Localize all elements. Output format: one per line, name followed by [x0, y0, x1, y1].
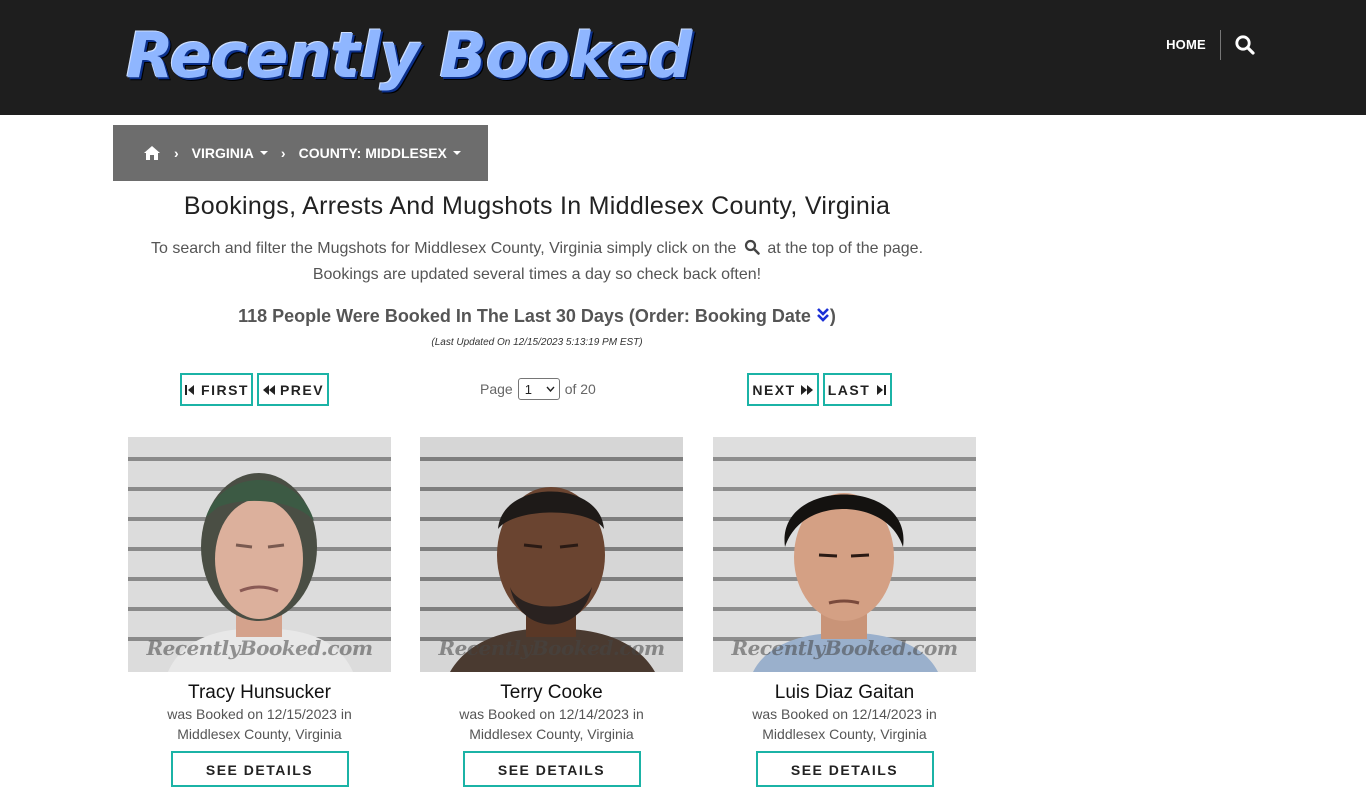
watermark: RecentlyBooked.com: [438, 636, 665, 660]
booking-date: was Booked on 12/15/2023 in: [167, 706, 352, 722]
booking-location: Middlesex County, Virginia: [762, 726, 927, 742]
mugshot-image[interactable]: RecentlyBooked.com: [128, 437, 391, 672]
see-details-button[interactable]: SEE DETAILS: [755, 751, 934, 787]
watermark: RecentlyBooked.com: [731, 636, 958, 660]
last-page-label: LAST: [827, 381, 871, 398]
breadcrumb-state[interactable]: VIRGINIA: [192, 145, 268, 161]
first-page-button[interactable]: FIRST: [180, 373, 253, 406]
first-page-label: FIRST: [201, 381, 249, 398]
booking-date: was Booked on 12/14/2023 in: [752, 706, 937, 722]
breadcrumb-county[interactable]: COUNTY: MIDDLESEX: [299, 145, 461, 161]
person-name[interactable]: Tracy Hunsucker: [128, 682, 391, 704]
site-header: Recently Booked HOME: [0, 0, 1366, 115]
page-select-value: 1: [524, 381, 532, 397]
skip-first-icon: [185, 384, 195, 395]
next-page-button[interactable]: NEXT: [747, 373, 819, 406]
page-label: Page: [480, 381, 513, 397]
last-updated: (Last Updated On 12/15/2023 5:13:19 PM E…: [431, 337, 643, 348]
page-select[interactable]: 1: [517, 378, 560, 400]
nav-divider: [1220, 30, 1221, 60]
mugshot-image[interactable]: RecentlyBooked.com: [420, 437, 683, 672]
intro-text-part2: at the top of the page.: [767, 240, 924, 257]
caret-down-icon: [452, 151, 461, 155]
skip-last-icon: [877, 384, 887, 395]
breadcrumb: › VIRGINIA › COUNTY: MIDDLESEX: [113, 125, 488, 181]
forward-icon: [800, 384, 813, 395]
booking-card: RecentlyBooked.com Tracy Hunsucker was B…: [128, 437, 391, 787]
person-name[interactable]: Luis Diaz Gaitan: [713, 682, 976, 704]
caret-down-icon: [259, 151, 268, 155]
booking-card: RecentlyBooked.com Luis Diaz Gaitan was …: [713, 437, 976, 787]
home-icon[interactable]: [143, 145, 161, 161]
prev-page-label: PREV: [279, 381, 325, 398]
booking-date: was Booked on 12/14/2023 in: [459, 706, 644, 722]
backward-icon: [262, 384, 275, 395]
breadcrumb-state-label: VIRGINIA: [191, 145, 254, 161]
prev-page-button[interactable]: PREV: [257, 373, 329, 406]
person-name[interactable]: Terry Cooke: [420, 682, 683, 704]
page-total: of 20: [564, 381, 596, 397]
chevron-down-icon: [546, 386, 555, 392]
see-details-button[interactable]: SEE DETAILS: [170, 751, 349, 787]
breadcrumb-separator: ›: [174, 145, 179, 161]
intro-text-line2: Bookings are updated several times a day…: [312, 266, 762, 283]
booking-location: Middlesex County, Virginia: [177, 726, 342, 742]
page-title: Bookings, Arrests And Mugshots In Middle…: [183, 192, 891, 220]
site-logo[interactable]: Recently Booked: [126, 18, 692, 94]
intro-text: To search and filter the Mugshots for Mi…: [113, 236, 961, 288]
booking-card: RecentlyBooked.com Terry Cooke was Booke…: [420, 437, 683, 787]
breadcrumb-separator: ›: [280, 145, 286, 161]
intro-text-part1: To search and filter the Mugshots for Mi…: [150, 240, 737, 257]
booking-location: Middlesex County, Virginia: [469, 726, 634, 742]
booking-count-close: ): [829, 306, 836, 326]
logo-text: Recently Booked: [126, 19, 692, 92]
booking-count: 118 People Were Booked In The Last 30 Da…: [113, 303, 961, 329]
sort-order-icon[interactable]: [816, 304, 830, 322]
next-page-label: NEXT: [752, 381, 796, 398]
nav-home-link[interactable]: HOME: [1160, 36, 1212, 54]
page-selector: Page 1 of 20: [480, 377, 596, 401]
last-page-button[interactable]: LAST: [823, 373, 892, 406]
booking-count-text: 118 People Were Booked In The Last 30 Da…: [238, 306, 811, 326]
breadcrumb-county-label: COUNTY: MIDDLESEX: [298, 145, 447, 161]
mugshot-image[interactable]: RecentlyBooked.com: [713, 437, 976, 672]
search-icon[interactable]: [1234, 34, 1256, 56]
watermark: RecentlyBooked.com: [146, 636, 373, 660]
search-icon: [744, 238, 760, 255]
see-details-button[interactable]: SEE DETAILS: [462, 751, 641, 787]
